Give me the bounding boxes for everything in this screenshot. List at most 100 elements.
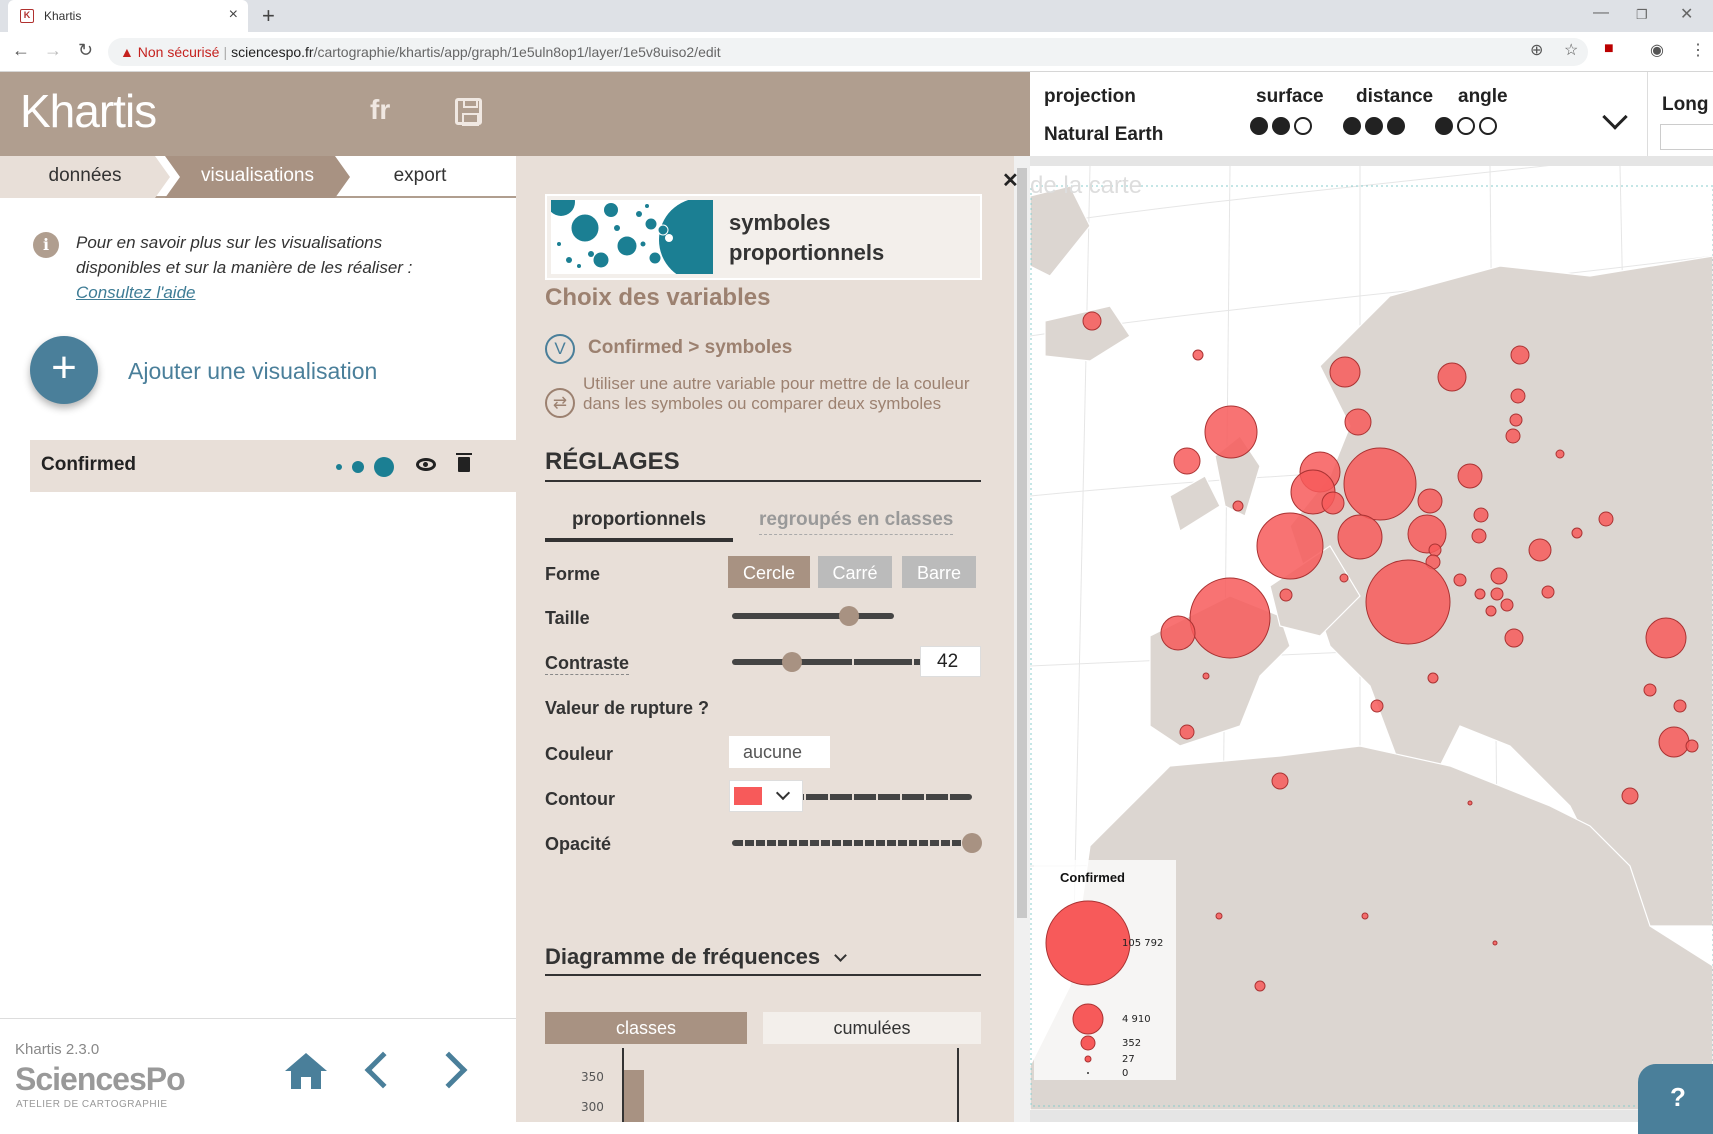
shape-bar-button[interactable]: Barre bbox=[902, 556, 976, 588]
histogram-bar bbox=[624, 1070, 644, 1122]
help-button[interactable]: ? bbox=[1638, 1064, 1713, 1134]
warning-icon: ▲ bbox=[120, 44, 134, 60]
tab-proportionnels[interactable]: proportionnels bbox=[545, 506, 733, 542]
diagram-title: Diagramme de fréquences bbox=[545, 944, 821, 969]
restore-icon[interactable]: ❐ bbox=[1636, 7, 1648, 23]
new-tab-icon[interactable]: + bbox=[262, 3, 275, 29]
save-icon[interactable] bbox=[455, 98, 482, 126]
selected-variable[interactable]: Confirmed > symboles bbox=[588, 337, 792, 359]
add-visualization-button[interactable]: + bbox=[30, 336, 98, 404]
delete-trash-icon[interactable] bbox=[456, 453, 472, 472]
proportional-symbols-thumbnail bbox=[551, 200, 713, 274]
back-icon[interactable]: ← bbox=[12, 40, 30, 61]
url-path: /cartographie/khartis/app/graph/1e5uln8o… bbox=[313, 44, 721, 60]
slider-tick bbox=[928, 840, 931, 846]
shape-square-button[interactable]: Carré bbox=[818, 556, 892, 588]
rating-circle-icon bbox=[1294, 117, 1312, 135]
reload-icon[interactable]: ↻ bbox=[78, 40, 93, 61]
visualization-type-card[interactable]: symboles proportionnels bbox=[545, 194, 982, 280]
pdf-extension-icon[interactable]: ■ bbox=[1604, 40, 1614, 58]
scrollbar-thumb[interactable] bbox=[1017, 168, 1027, 918]
layer-item[interactable]: Confirmed bbox=[30, 440, 516, 492]
map-legend[interactable]: Confirmed 105 792 4 910 352 27 0 bbox=[1034, 860, 1176, 1080]
projection-value[interactable]: Natural Earth bbox=[1044, 124, 1163, 146]
rating-circle-icon bbox=[1365, 117, 1383, 135]
browser-tab[interactable]: K Khartis × bbox=[8, 0, 248, 32]
distance-label: distance bbox=[1356, 86, 1434, 107]
histogram-tick-300: 300 bbox=[581, 1100, 604, 1114]
slider-tick bbox=[841, 840, 844, 846]
khartis-logo[interactable]: Khartis bbox=[20, 84, 157, 138]
close-panel-icon[interactable]: ✕ bbox=[1002, 168, 1019, 193]
taille-value-input[interactable]: 42 bbox=[920, 646, 981, 677]
map-title-fragment[interactable]: de la carte bbox=[1030, 172, 1142, 200]
slider-knob[interactable] bbox=[782, 652, 802, 672]
shape-circle-button[interactable]: Cercle bbox=[728, 556, 810, 588]
slider-knob[interactable] bbox=[838, 606, 859, 626]
window-close-icon[interactable]: ✕ bbox=[1680, 4, 1693, 24]
projection-label: projection bbox=[1044, 86, 1136, 107]
slider-track[interactable] bbox=[732, 613, 894, 619]
variables-section-title: Choix des variables bbox=[545, 284, 771, 311]
zoom-icon[interactable]: ⊕ bbox=[1530, 40, 1543, 60]
slider-tick bbox=[948, 794, 950, 800]
couleur-label: Couleur bbox=[545, 744, 614, 764]
slider-tick bbox=[917, 840, 920, 846]
profile-avatar-icon[interactable]: ◉ bbox=[1650, 40, 1664, 60]
classes-button[interactable]: classes bbox=[545, 1012, 747, 1044]
info-icon: i bbox=[33, 232, 59, 258]
url-field[interactable]: ▲ Non sécurisé | sciencespo.fr/cartographi… bbox=[108, 38, 1588, 66]
visualization-type-title: symboles proportionnels bbox=[729, 210, 885, 265]
color-swatch bbox=[734, 787, 762, 805]
slider-tick bbox=[895, 840, 898, 846]
atelier-label: ATELIER DE CARTOGRAPHIE bbox=[16, 1099, 168, 1110]
legend-title: Confirmed bbox=[1060, 870, 1125, 885]
histogram-right-edge bbox=[957, 1048, 959, 1122]
frequency-diagram-toggle[interactable]: Diagramme de fréquences bbox=[545, 944, 981, 976]
rupture-value-input[interactable]: aucune bbox=[729, 736, 830, 768]
layer-name: Confirmed bbox=[41, 454, 136, 475]
bookmark-star-icon[interactable]: ☆ bbox=[1564, 40, 1578, 60]
step-export[interactable]: export bbox=[350, 156, 490, 198]
longitude-input[interactable] bbox=[1660, 124, 1713, 150]
home-icon[interactable] bbox=[283, 1051, 329, 1091]
add-visualization-label[interactable]: Ajouter une visualisation bbox=[128, 358, 377, 385]
help-link[interactable]: Consultez l'aide bbox=[76, 283, 195, 302]
rating-circle-icon bbox=[1457, 117, 1475, 135]
symbol-size-small-icon bbox=[336, 464, 342, 470]
step-visualisations[interactable]: visualisations bbox=[165, 156, 350, 198]
legend-value-4: 27 bbox=[1122, 1054, 1135, 1065]
settings-panel: symboles proportionnels Choix des variab… bbox=[516, 156, 1014, 1122]
color-picker[interactable] bbox=[729, 780, 803, 812]
slider-tick bbox=[906, 840, 909, 846]
panel-scrollbar[interactable] bbox=[1014, 156, 1030, 1122]
slider-tick bbox=[852, 840, 854, 846]
visibility-eye-icon[interactable] bbox=[416, 458, 436, 471]
contraste-label[interactable]: Contraste bbox=[545, 653, 630, 675]
map-horizontal-scrollbar[interactable] bbox=[1030, 1110, 1713, 1122]
url-host: sciencespo.fr bbox=[231, 44, 314, 60]
chevron-down-icon[interactable] bbox=[1602, 104, 1628, 130]
app-header: Khartis fr bbox=[0, 72, 1030, 156]
compare-arrows-icon[interactable]: ⇄ bbox=[545, 388, 575, 418]
tab-title: Khartis bbox=[44, 9, 82, 23]
previous-arrow-icon[interactable] bbox=[364, 1051, 402, 1089]
step-donnees[interactable]: données bbox=[0, 156, 170, 198]
khartis-favicon-icon: K bbox=[20, 9, 34, 23]
close-tab-icon[interactable]: × bbox=[229, 6, 238, 24]
left-footer: Khartis 2.3.0 SciencesPo ATELIER DE CART… bbox=[0, 1018, 516, 1122]
legend-value-2: 4 910 bbox=[1122, 1014, 1151, 1025]
other-variable-link[interactable]: Utiliser une autre variable pour mettre … bbox=[583, 374, 973, 414]
forward-icon[interactable]: → bbox=[44, 40, 62, 61]
tab-regroupes-en-classes[interactable]: regroupés en classes bbox=[759, 506, 954, 535]
browser-menu-icon[interactable]: ⋮ bbox=[1690, 40, 1706, 60]
slider-tick bbox=[900, 794, 902, 800]
next-arrow-icon[interactable] bbox=[430, 1051, 468, 1089]
slider-tick bbox=[804, 794, 806, 800]
minimize-icon[interactable]: — bbox=[1593, 4, 1609, 22]
slider-tick bbox=[753, 840, 756, 846]
slider-knob[interactable] bbox=[962, 833, 982, 853]
slider-tick bbox=[819, 840, 822, 846]
language-switch[interactable]: fr bbox=[370, 94, 390, 126]
cumulees-button[interactable]: cumulées bbox=[763, 1012, 981, 1044]
